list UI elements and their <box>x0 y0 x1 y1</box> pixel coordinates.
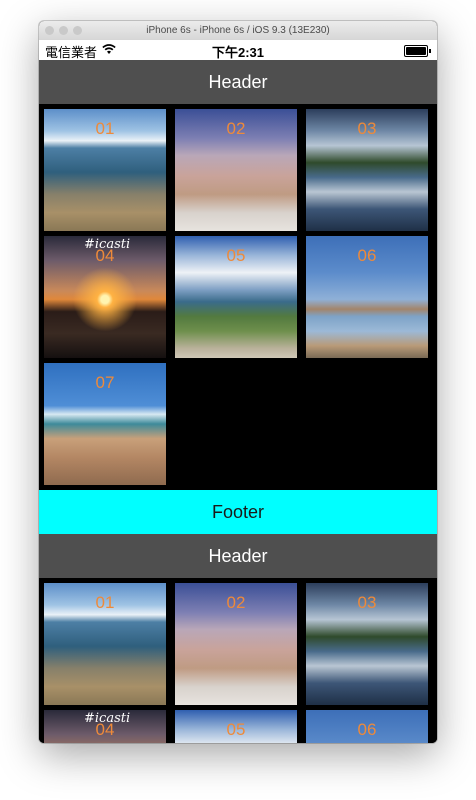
section-grid: 01 02 03 #icasti 04 05 06 <box>39 578 437 743</box>
collection-cell[interactable]: 06 <box>306 710 428 743</box>
cell-number: 03 <box>357 593 377 612</box>
cell-number: 06 <box>357 246 377 265</box>
battery-icon <box>404 45 431 57</box>
ios-status-bar: 電信業者 下午2:31 <box>39 40 437 60</box>
section-header: Header <box>39 534 437 578</box>
section-footer: Footer <box>39 490 437 534</box>
collection-cell[interactable]: 01 <box>44 583 166 705</box>
section-header: Header <box>39 60 437 104</box>
collection-cell[interactable]: 07 <box>44 363 166 485</box>
cell-number: 03 <box>357 119 377 138</box>
minimize-window-button[interactable] <box>59 26 68 35</box>
collection-cell[interactable]: 02 <box>175 583 297 705</box>
collection-cell[interactable]: 02 <box>175 109 297 231</box>
collection-cell[interactable]: 05 <box>175 710 297 743</box>
collection-view[interactable]: Header 01 02 03 #icasti 04 05 06 07 Foot… <box>39 60 437 743</box>
cell-number: 06 <box>357 720 377 739</box>
cell-number: 04 <box>95 246 115 265</box>
cell-number: 02 <box>226 119 246 138</box>
cell-number: 01 <box>95 593 115 612</box>
collection-cell[interactable]: 06 <box>306 236 428 358</box>
empty-cell-space <box>175 363 297 485</box>
cell-number: 07 <box>95 373 115 392</box>
cell-number: 01 <box>95 119 115 138</box>
simulator-window: iPhone 6s - iPhone 6s / iOS 9.3 (13E230)… <box>39 21 437 743</box>
cell-number: 02 <box>226 593 246 612</box>
window-titlebar: iPhone 6s - iPhone 6s / iOS 9.3 (13E230) <box>39 21 437 41</box>
clock: 下午2:31 <box>211 45 265 60</box>
zoom-window-button[interactable] <box>73 26 82 35</box>
cell-number: 05 <box>226 720 246 739</box>
collection-cell[interactable]: 03 <box>306 583 428 705</box>
close-window-button[interactable] <box>45 26 54 35</box>
empty-cell-space <box>306 363 428 485</box>
collection-cell[interactable]: #icasti 04 <box>44 236 166 358</box>
window-title: iPhone 6s - iPhone 6s / iOS 9.3 (13E230) <box>146 25 330 36</box>
section-grid: 01 02 03 #icasti 04 05 06 07 <box>39 104 437 490</box>
collection-cell[interactable]: 03 <box>306 109 428 231</box>
collection-cell[interactable]: 05 <box>175 236 297 358</box>
cell-number: 05 <box>226 246 246 265</box>
cell-number: 04 <box>95 720 115 739</box>
collection-cell[interactable]: #icasti 04 <box>44 710 166 743</box>
collection-cell[interactable]: 01 <box>44 109 166 231</box>
